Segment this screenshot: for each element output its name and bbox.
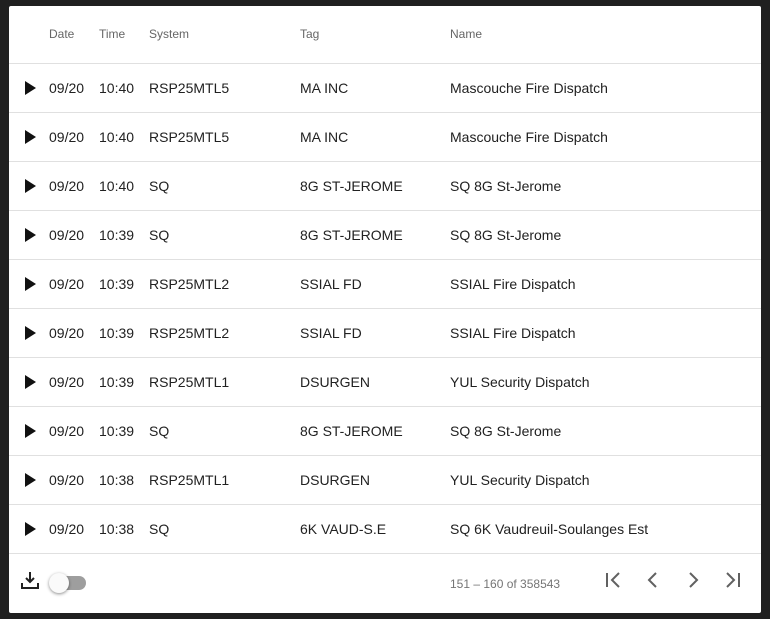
download-icon[interactable] bbox=[20, 570, 40, 590]
cell-tag: 6K VAUD-S.E bbox=[300, 504, 450, 554]
calls-table: Date Time System Tag Name 09/20 10:40 RS… bbox=[9, 6, 761, 554]
cell-system: RSP25MTL2 bbox=[149, 259, 300, 309]
header-system: System bbox=[149, 6, 300, 64]
play-icon[interactable] bbox=[25, 325, 36, 340]
table-row[interactable]: 09/20 10:39 RSP25MTL1 DSURGEN YUL Securi… bbox=[9, 357, 761, 407]
play-icon[interactable] bbox=[25, 80, 36, 95]
cell-system: SQ bbox=[149, 161, 300, 211]
cell-system: RSP25MTL5 bbox=[149, 112, 300, 162]
cell-date: 09/20 bbox=[49, 308, 99, 358]
table-row[interactable]: 09/20 10:39 SQ 8G ST-JEROME SQ 8G St-Jer… bbox=[9, 406, 761, 456]
table-row[interactable]: 09/20 10:39 SQ 8G ST-JEROME SQ 8G St-Jer… bbox=[9, 210, 761, 260]
cell-name: SQ 6K Vaudreuil-Soulanges Est bbox=[450, 504, 761, 554]
cell-tag: MA INC bbox=[300, 63, 450, 113]
last-page-icon[interactable] bbox=[721, 568, 745, 592]
cell-time: 10:39 bbox=[99, 259, 149, 309]
toggle-switch[interactable] bbox=[49, 573, 86, 593]
play-icon[interactable] bbox=[25, 178, 36, 193]
calls-table-card: Date Time System Tag Name 09/20 10:40 RS… bbox=[9, 6, 761, 613]
header-time: Time bbox=[99, 6, 149, 64]
cell-name: SQ 8G St-Jerome bbox=[450, 210, 761, 260]
play-icon[interactable] bbox=[25, 129, 36, 144]
cell-name: Mascouche Fire Dispatch bbox=[450, 63, 761, 113]
cell-name: SQ 8G St-Jerome bbox=[450, 406, 761, 456]
header-name: Name bbox=[450, 6, 761, 64]
cell-system: RSP25MTL5 bbox=[149, 63, 300, 113]
play-icon[interactable] bbox=[25, 227, 36, 242]
table-footer: 151 – 160 of 358543 bbox=[9, 552, 761, 613]
cell-date: 09/20 bbox=[49, 63, 99, 113]
cell-tag: 8G ST-JEROME bbox=[300, 406, 450, 456]
table-header-row: Date Time System Tag Name bbox=[9, 6, 761, 64]
cell-time: 10:39 bbox=[99, 210, 149, 260]
cell-name: SSIAL Fire Dispatch bbox=[450, 308, 761, 358]
cell-date: 09/20 bbox=[49, 504, 99, 554]
cell-name: Mascouche Fire Dispatch bbox=[450, 112, 761, 162]
cell-time: 10:39 bbox=[99, 308, 149, 358]
cell-time: 10:40 bbox=[99, 161, 149, 211]
cell-system: RSP25MTL1 bbox=[149, 357, 300, 407]
table-row[interactable]: 09/20 10:40 RSP25MTL5 MA INC Mascouche F… bbox=[9, 63, 761, 113]
header-play bbox=[9, 6, 49, 64]
cell-name: SQ 8G St-Jerome bbox=[450, 161, 761, 211]
play-icon[interactable] bbox=[25, 374, 36, 389]
play-icon[interactable] bbox=[25, 521, 36, 536]
cell-time: 10:40 bbox=[99, 63, 149, 113]
table-row[interactable]: 09/20 10:38 SQ 6K VAUD-S.E SQ 6K Vaudreu… bbox=[9, 504, 761, 554]
table-row[interactable]: 09/20 10:40 RSP25MTL5 MA INC Mascouche F… bbox=[9, 112, 761, 162]
previous-page-icon[interactable] bbox=[641, 568, 665, 592]
cell-system: RSP25MTL1 bbox=[149, 455, 300, 505]
play-icon[interactable] bbox=[25, 423, 36, 438]
cell-date: 09/20 bbox=[49, 455, 99, 505]
cell-date: 09/20 bbox=[49, 259, 99, 309]
table-row[interactable]: 09/20 10:40 SQ 8G ST-JEROME SQ 8G St-Jer… bbox=[9, 161, 761, 211]
first-page-icon[interactable] bbox=[601, 568, 625, 592]
cell-tag: DSURGEN bbox=[300, 455, 450, 505]
cell-system: SQ bbox=[149, 406, 300, 456]
cell-tag: SSIAL FD bbox=[300, 259, 450, 309]
cell-system: RSP25MTL2 bbox=[149, 308, 300, 358]
play-icon[interactable] bbox=[25, 472, 36, 487]
cell-time: 10:40 bbox=[99, 112, 149, 162]
cell-time: 10:39 bbox=[99, 357, 149, 407]
pagination-range: 151 – 160 of 358543 bbox=[450, 577, 561, 591]
header-date: Date bbox=[49, 6, 99, 64]
cell-tag: 8G ST-JEROME bbox=[300, 210, 450, 260]
next-page-icon[interactable] bbox=[681, 568, 705, 592]
cell-name: YUL Security Dispatch bbox=[450, 455, 761, 505]
cell-system: SQ bbox=[149, 210, 300, 260]
cell-date: 09/20 bbox=[49, 406, 99, 456]
cell-date: 09/20 bbox=[49, 112, 99, 162]
toggle-thumb bbox=[49, 573, 69, 593]
header-tag: Tag bbox=[300, 6, 450, 64]
cell-name: YUL Security Dispatch bbox=[450, 357, 761, 407]
cell-tag: 8G ST-JEROME bbox=[300, 161, 450, 211]
cell-name: SSIAL Fire Dispatch bbox=[450, 259, 761, 309]
cell-tag: DSURGEN bbox=[300, 357, 450, 407]
table-row[interactable]: 09/20 10:38 RSP25MTL1 DSURGEN YUL Securi… bbox=[9, 455, 761, 505]
cell-system: SQ bbox=[149, 504, 300, 554]
play-icon[interactable] bbox=[25, 276, 36, 291]
cell-time: 10:38 bbox=[99, 455, 149, 505]
table-row[interactable]: 09/20 10:39 RSP25MTL2 SSIAL FD SSIAL Fir… bbox=[9, 308, 761, 358]
cell-tag: MA INC bbox=[300, 112, 450, 162]
cell-date: 09/20 bbox=[49, 161, 99, 211]
cell-tag: SSIAL FD bbox=[300, 308, 450, 358]
table-row[interactable]: 09/20 10:39 RSP25MTL2 SSIAL FD SSIAL Fir… bbox=[9, 259, 761, 309]
cell-time: 10:38 bbox=[99, 504, 149, 554]
cell-time: 10:39 bbox=[99, 406, 149, 456]
cell-date: 09/20 bbox=[49, 210, 99, 260]
cell-date: 09/20 bbox=[49, 357, 99, 407]
